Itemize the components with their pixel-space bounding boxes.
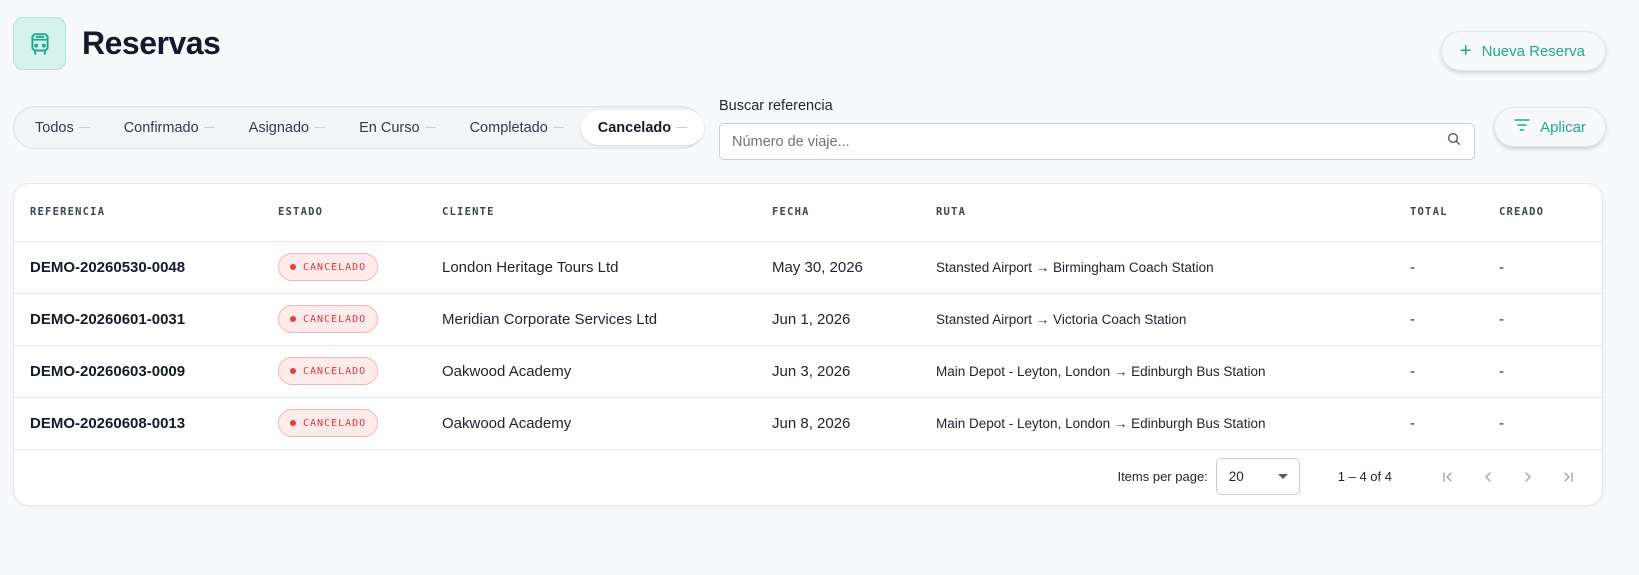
paginator: Items per page: 20 1 – 4 of 4 [14,448,1602,505]
search-input[interactable] [732,133,1446,150]
search-label: Buscar referencia [719,98,833,114]
column-header-total[interactable]: TOTAL [1410,184,1499,242]
cell-client: London Heritage Tours Ltd [442,241,772,294]
apply-label: Aplicar [1540,118,1586,136]
tab-divider [78,127,90,128]
tab-label: Asignado [248,119,310,136]
cell-reference: DEMO-20260608-0013 [14,397,278,450]
tab-divider [676,127,688,128]
tab-divider [424,127,436,128]
cell-status: CANCELADO [278,241,442,294]
tab-confirmado[interactable]: Confirmado [107,110,232,145]
tab-divider [552,127,564,128]
status-text: CANCELADO [303,365,367,377]
search-icon[interactable] [1446,131,1462,152]
tab-todos[interactable]: Todos [18,110,107,145]
last-page-icon[interactable] [1548,457,1588,497]
column-header-ruta[interactable]: RUTA [936,184,1410,242]
tab-asignado[interactable]: Asignado [232,110,342,145]
status-badge: CANCELADO [278,305,379,333]
cell-route: Stansted Airport → Birmingham Coach Stat… [936,241,1410,294]
status-tabs: Todos Confirmado Asignado En Curso Compl… [13,106,705,149]
cell-created: - [1499,293,1602,346]
page-title: Reservas [82,25,221,61]
column-header-cliente[interactable]: CLIENTE [442,184,772,242]
items-per-page-value: 20 [1228,469,1244,484]
cell-status: CANCELADO [278,397,442,450]
cell-route: Main Depot - Leyton, London → Edinburgh … [936,345,1410,398]
filter-icon [1514,118,1530,136]
cell-total: - [1410,293,1499,346]
tab-divider [314,127,326,128]
tab-label: En Curso [359,119,420,136]
tab-cancelado[interactable]: Cancelado [580,110,705,145]
tab-completado[interactable]: Completado [453,110,581,145]
column-header-estado[interactable]: ESTADO [278,184,442,242]
status-badge: CANCELADO [278,409,379,437]
cell-route: Stansted Airport → Victoria Coach Statio… [936,293,1410,346]
dropdown-arrow-icon [1277,474,1288,479]
cell-status: CANCELADO [278,293,442,346]
tab-label: Confirmado [123,119,199,136]
cell-reference: DEMO-20260601-0031 [14,293,278,346]
cell-reference: DEMO-20260530-0048 [14,241,278,294]
chevron-right-icon[interactable] [1508,457,1548,497]
status-dot [290,368,296,374]
new-reservation-label: Nueva Reserva [1481,42,1585,60]
column-header-referencia[interactable]: REFERENCIA [14,184,278,242]
chevron-left-icon[interactable] [1468,457,1508,497]
bus-icon [13,17,66,70]
cell-date: Jun 8, 2026 [772,397,936,450]
items-per-page-label: Items per page: [1117,469,1208,484]
status-badge: CANCELADO [278,253,379,281]
cell-status: CANCELADO [278,345,442,398]
items-per-page-select[interactable]: 20 [1215,458,1300,495]
reservations-table-card: REFERENCIA ESTADO CLIENTE FECHA RUTA TOT… [13,183,1603,506]
tab-label: Completado [469,119,548,136]
status-text: CANCELADO [303,417,367,429]
column-header-creado[interactable]: CREADO [1499,184,1602,242]
status-dot [290,420,296,426]
tab-label: Cancelado [597,119,672,136]
tab-divider [203,127,215,128]
tab-en-curso[interactable]: En Curso [342,110,452,145]
cell-date: Jun 3, 2026 [772,345,936,398]
cell-client: Meridian Corporate Services Ltd [442,293,772,346]
cell-date: Jun 1, 2026 [772,293,936,346]
cell-date: May 30, 2026 [772,241,936,294]
cell-total: - [1410,241,1499,294]
status-badge: CANCELADO [278,357,379,385]
first-page-icon[interactable] [1428,457,1468,497]
table-row[interactable]: DEMO-20260601-0031 CANCELADO Meridian Co… [14,293,1602,346]
cell-created: - [1499,241,1602,294]
page-header: Reservas [13,17,221,70]
cell-created: - [1499,397,1602,450]
tab-label: Todos [35,119,74,136]
cell-client: Oakwood Academy [442,345,772,398]
page-range: 1 – 4 of 4 [1337,469,1392,484]
plus-icon: + [1459,40,1472,62]
search-field [719,123,1475,160]
new-reservation-button[interactable]: + Nueva Reserva [1440,31,1606,71]
table-row[interactable]: DEMO-20260603-0009 CANCELADO Oakwood Aca… [14,345,1602,398]
reservations-table: REFERENCIA ESTADO CLIENTE FECHA RUTA TOT… [14,184,1602,450]
cell-reference: DEMO-20260603-0009 [14,345,278,398]
cell-total: - [1410,345,1499,398]
status-dot [290,316,296,322]
status-dot [290,264,296,270]
table-row[interactable]: DEMO-20260530-0048 CANCELADO London Heri… [14,241,1602,294]
cell-client: Oakwood Academy [442,397,772,450]
column-header-fecha[interactable]: FECHA [772,184,936,242]
table-header-row: REFERENCIA ESTADO CLIENTE FECHA RUTA TOT… [14,184,1602,242]
cell-route: Main Depot - Leyton, London → Edinburgh … [936,397,1410,450]
cell-total: - [1410,397,1499,450]
apply-button[interactable]: Aplicar [1494,107,1606,147]
cell-created: - [1499,345,1602,398]
status-text: CANCELADO [303,261,367,273]
table-row[interactable]: DEMO-20260608-0013 CANCELADO Oakwood Aca… [14,397,1602,450]
status-text: CANCELADO [303,313,367,325]
